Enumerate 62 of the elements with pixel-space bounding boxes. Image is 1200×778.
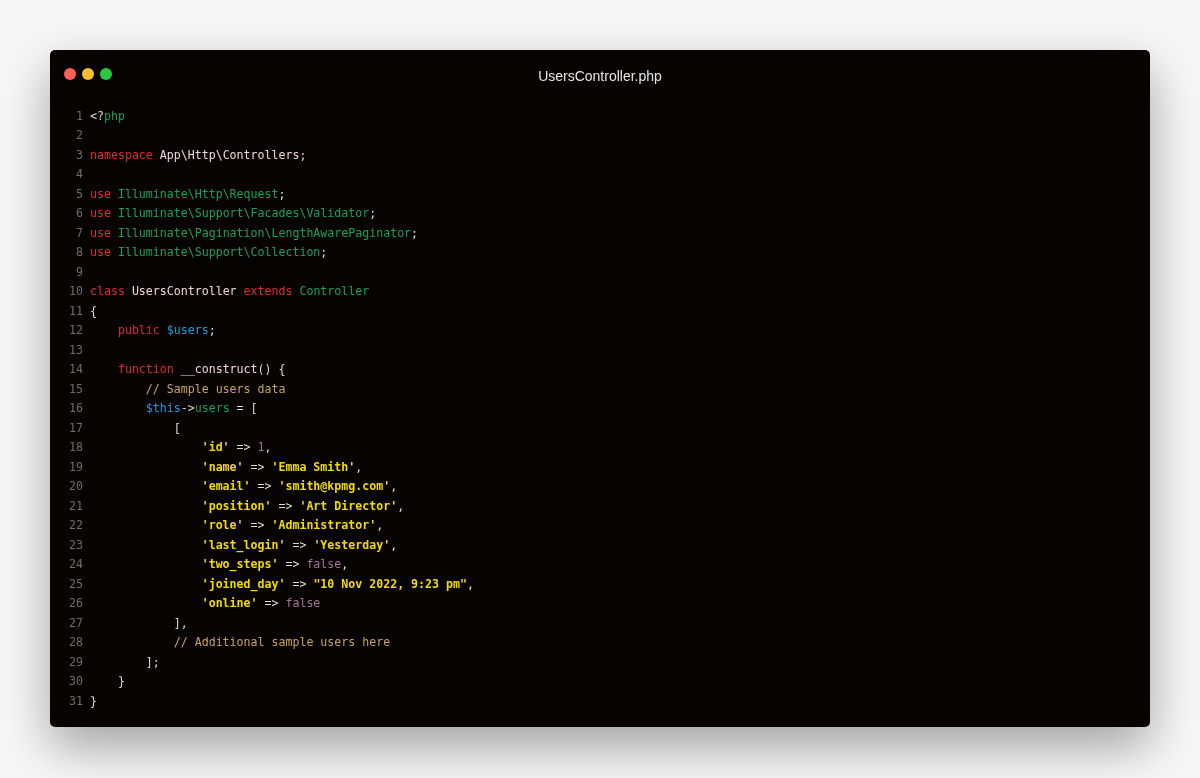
code-line: use Illuminate\Support\Collection; xyxy=(90,245,328,260)
line-number: 1 xyxy=(75,108,84,123)
code-line: use Illuminate\Http\Request; xyxy=(90,186,286,201)
line-number: 28 xyxy=(68,635,84,650)
line-number: 27 xyxy=(68,615,84,630)
maximize-icon[interactable] xyxy=(100,68,112,80)
code-line: use Illuminate\Support\Facades\Validator; xyxy=(90,206,377,221)
line-number: 6 xyxy=(75,206,84,221)
code-line: $this->users = [ xyxy=(144,401,258,416)
code-line: 'id' => 1, xyxy=(200,440,272,455)
line-number: 4 xyxy=(75,167,84,182)
code-line: 'online' => false xyxy=(200,596,321,611)
code-line: // Sample users data xyxy=(144,381,286,396)
line-number: 10 xyxy=(68,284,84,299)
line-number: 2 xyxy=(75,128,84,143)
code-line: 'email' => 'smith@kpmg.com', xyxy=(200,479,398,494)
code-line: <?php xyxy=(90,108,125,123)
code-line: 'joined_day' => "10 Nov 2022, 9:23 pm", xyxy=(200,576,474,591)
code-line: 'role' => 'Administrator', xyxy=(200,518,384,533)
line-number: 31 xyxy=(68,693,84,708)
line-number: 20 xyxy=(68,479,84,494)
line-number: 14 xyxy=(68,362,84,377)
code-line: } xyxy=(90,693,97,708)
line-number: 22 xyxy=(68,518,84,533)
window-title: UsersController.php xyxy=(538,68,662,84)
line-number: 19 xyxy=(68,459,84,474)
line-number: 30 xyxy=(68,674,84,689)
minimize-icon[interactable] xyxy=(82,68,94,80)
line-number: 23 xyxy=(68,537,84,552)
code-line: namespace App\Http\Controllers; xyxy=(90,147,307,162)
line-number: 15 xyxy=(68,381,84,396)
code-line: ]; xyxy=(144,654,160,669)
line-number: 5 xyxy=(75,186,84,201)
code-line: 'two_steps' => false, xyxy=(200,557,349,572)
line-number: 9 xyxy=(75,264,84,279)
line-number: 8 xyxy=(75,245,84,260)
code-line: function __construct() { xyxy=(116,362,286,377)
code-line: // Additional sample users here xyxy=(172,635,391,650)
close-icon[interactable] xyxy=(64,68,76,80)
code-line: { xyxy=(90,303,97,318)
code-line: 'name' => 'Emma Smith', xyxy=(200,459,363,474)
code-line: class UsersController extends Controller xyxy=(90,284,370,299)
line-number: 21 xyxy=(68,498,84,513)
line-number: 18 xyxy=(68,440,84,455)
code-line: [ xyxy=(172,420,181,435)
code-line: public $users; xyxy=(116,323,216,338)
code-line: 'position' => 'Art Director', xyxy=(200,498,405,513)
code-line: } xyxy=(116,674,125,689)
line-number: 29 xyxy=(68,654,84,669)
code-line: use Illuminate\Pagination\LengthAwarePaginator; xyxy=(90,225,419,240)
line-number: 17 xyxy=(68,420,84,435)
line-number: 24 xyxy=(68,557,84,572)
code-line: 'last_login' => 'Yesterday', xyxy=(200,537,398,552)
line-number: 13 xyxy=(68,342,84,357)
line-number: 11 xyxy=(68,303,84,318)
line-number: 26 xyxy=(68,596,84,611)
line-number: 16 xyxy=(68,401,84,416)
code-line: ], xyxy=(172,615,188,630)
line-number: 3 xyxy=(75,147,84,162)
line-number: 25 xyxy=(68,576,84,591)
line-number: 12 xyxy=(68,323,84,338)
line-number: 7 xyxy=(75,225,84,240)
